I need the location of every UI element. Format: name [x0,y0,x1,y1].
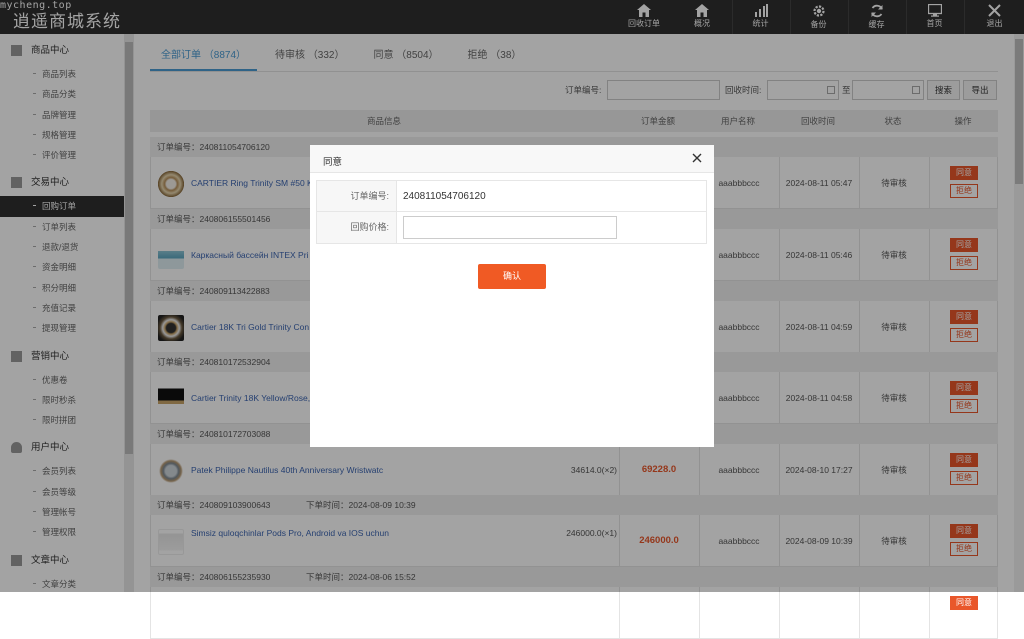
divider [929,587,930,638]
divider [619,587,620,638]
dialog-header: 同意 [310,145,714,173]
divider [779,587,780,638]
divider [859,587,860,638]
confirm-button[interactable]: 确认 [478,264,546,289]
form-row: 订单编号: 240811054706120 [317,181,706,212]
order-no-value: 240811054706120 [403,191,486,202]
table-row: 同意 [150,587,998,639]
form-row: 回购价格: [317,212,706,243]
dialog-title: 同意 [323,157,343,168]
price-cell [397,212,706,243]
accept-button[interactable]: 同意 [950,596,978,610]
price-input[interactable] [403,216,617,239]
order-no-label: 订单编号: [317,181,397,211]
divider [699,587,700,638]
close-icon[interactable] [692,153,702,163]
dialog-form: 订单编号: 240811054706120 回购价格: [316,180,707,244]
price-label: 回购价格: [317,212,397,243]
accept-dialog: 同意 订单编号: 240811054706120 回购价格: 确认 [310,145,714,447]
